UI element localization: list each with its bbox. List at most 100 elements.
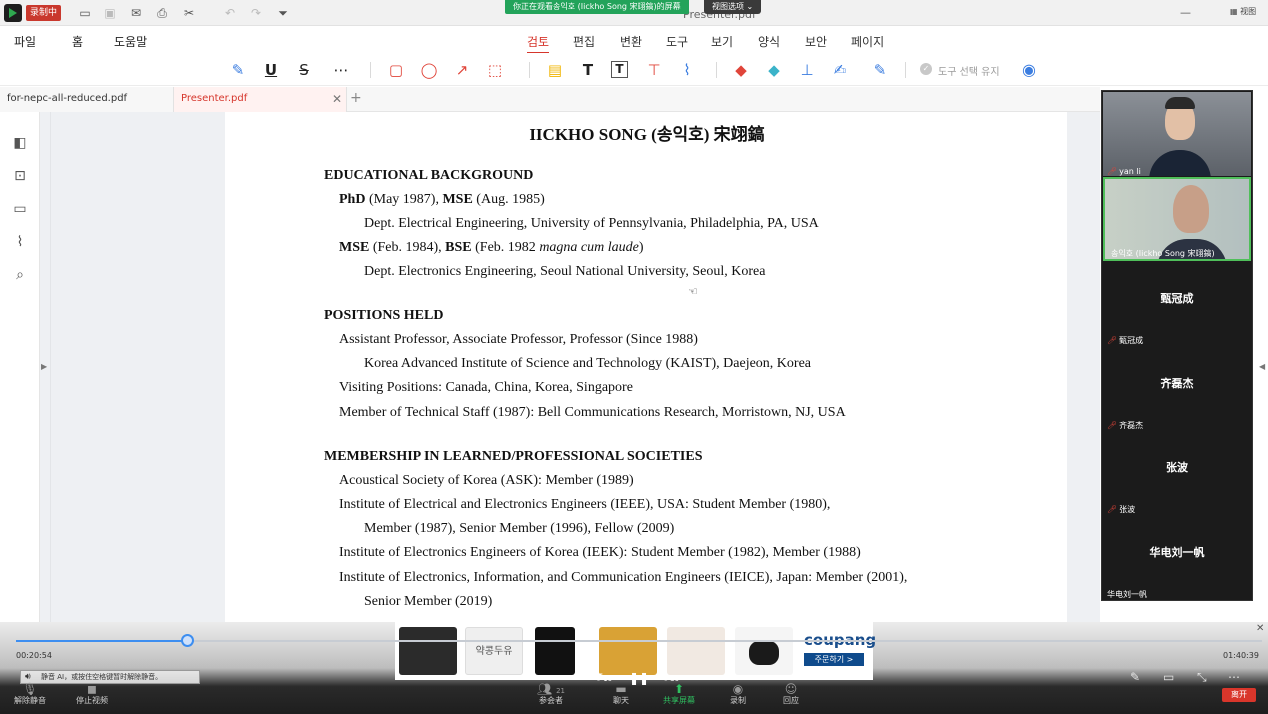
ad-product-image (399, 627, 457, 675)
tab-for-nepc[interactable]: for-nepc-all-reduced.pdf (0, 87, 174, 112)
cv-line: Dept. Electronics Engineering, Seoul Nat… (364, 264, 766, 279)
menu-tools[interactable]: 도구 (666, 33, 688, 50)
clear-icon[interactable]: ◆ (764, 60, 784, 80)
arrow-icon[interactable]: ↗ (452, 60, 472, 80)
eraser-icon[interactable]: ◆ (731, 60, 751, 80)
annotation-toolbar: ✎ U S ⋯ ▢ ◯ ↗ ⬚ ▤ T T ⊤ ⌇ ◆ ◆ ⊥ ✍ ✎ ✓ 도구… (0, 53, 1268, 86)
screen-layout-icon[interactable]: ▭ (1163, 670, 1174, 684)
participants-button[interactable]: 👥︎ 21 参会者 (526, 682, 576, 706)
view-options-button[interactable]: 视图选项 ⌄ (704, 0, 762, 14)
progress-track[interactable] (16, 640, 1262, 642)
folder-icon[interactable]: ▭ (77, 5, 93, 21)
progress-handle[interactable] (181, 634, 194, 647)
attachment-icon[interactable]: ⌇ (11, 233, 29, 251)
tab-label: Presenter.pdf (181, 93, 248, 104)
attach-icon[interactable]: ⌇ (677, 60, 697, 80)
note-icon[interactable]: ▤ (545, 60, 565, 80)
scissors-icon[interactable]: ✂ (181, 5, 197, 21)
stamp-icon[interactable]: ⊥ (797, 60, 817, 80)
collapse-left-icon[interactable]: ▶ (41, 362, 47, 371)
callout-icon[interactable]: ⊤ (644, 60, 664, 80)
more-icon[interactable]: ⋯ (328, 60, 354, 80)
share-screen-button[interactable]: ⬆ 共享屏幕 (654, 682, 704, 706)
participant-name-large: 甄冠成 (1160, 292, 1194, 305)
progress-fill (16, 640, 188, 642)
ad-order-button[interactable]: 주문하기 > (804, 653, 864, 666)
participant-tile-speaking[interactable]: 송익호 (Iickho Song 宋翊鎬) (1103, 177, 1251, 261)
chat-button[interactable]: ▬ 聊天 (596, 682, 646, 706)
menu-home[interactable]: 홈 (72, 33, 83, 50)
pen-icon[interactable]: ✎ (870, 60, 890, 80)
print-icon[interactable]: ⎙ (154, 5, 170, 21)
more-options-icon[interactable]: ⋯ (1228, 670, 1240, 684)
strikethrough-icon[interactable]: S (294, 60, 314, 80)
textbox-icon[interactable]: T (611, 61, 628, 78)
menu-review[interactable]: 검토 (527, 33, 550, 54)
add-tab-icon[interactable]: + (350, 90, 362, 106)
keep-tool-check-icon[interactable]: ✓ (920, 63, 932, 75)
menu-help[interactable]: 도움말 (114, 33, 147, 50)
minimize-button[interactable]: — (1180, 5, 1191, 21)
unmute-button[interactable]: 🎙︎ 解除静音 (5, 682, 55, 706)
participant-tile[interactable]: 🎤︎ yan li (1103, 92, 1251, 176)
text-icon[interactable]: T (578, 60, 598, 80)
menu-file[interactable]: 파일 (14, 33, 36, 50)
participant-name: 甄冠成 (1119, 336, 1144, 345)
reactions-button[interactable]: ☺ 回应 (766, 682, 816, 706)
mail-icon[interactable]: ✉ (128, 5, 144, 21)
close-overlay-icon[interactable]: ✕ (1256, 623, 1264, 634)
stop-video-button[interactable]: ◼ 停止视频 (67, 682, 117, 706)
record-button[interactable]: ◉ 录制 (713, 682, 763, 706)
cv-line: Institute of Electronics, Information, a… (339, 570, 908, 585)
layout-view-button[interactable]: ▦ 视图 (1230, 6, 1256, 17)
tab-presenter[interactable]: Presenter.pdf ✕ (174, 87, 347, 112)
fullscreen-exit-icon[interactable]: ⤡ (1197, 670, 1207, 685)
bookmark-icon[interactable]: ⊡ (11, 167, 29, 185)
total-time: 01:40:39 (1223, 651, 1259, 660)
underline-icon[interactable]: U (261, 60, 281, 80)
close-icon[interactable]: ✕ (332, 87, 342, 111)
circle-icon[interactable]: ◯ (419, 60, 439, 80)
highlight-icon[interactable]: ✎ (228, 60, 248, 80)
comment-icon[interactable]: ▭ (11, 200, 29, 218)
redo-icon[interactable]: ↷ (248, 5, 264, 21)
menu-convert[interactable]: 변환 (620, 33, 642, 50)
cv-line: Senior Member (2019) (364, 594, 493, 609)
mic-icon: 🎙︎ (22, 682, 38, 696)
menu-view[interactable]: 보기 (711, 33, 733, 50)
participant-tile[interactable]: 甄冠成 🎤︎ 甄冠成 (1103, 262, 1251, 346)
quick-access-dropdown-icon[interactable]: ⏷ (275, 5, 291, 21)
leave-button[interactable]: 离开 (1222, 688, 1256, 702)
rectangle-icon[interactable]: ▢ (386, 60, 406, 80)
current-time: 00:20:54 (16, 651, 52, 660)
cv-line: Member (1987), Senior Member (1996), Fel… (364, 521, 675, 536)
cv-title: IICKHO SONG (송익호) 宋翊鎬 (529, 125, 765, 144)
signature-icon[interactable]: ✍ (830, 60, 850, 80)
eye-icon[interactable]: ◉ (1019, 60, 1039, 80)
participant-tile[interactable]: 齐磊杰 🎤︎ 齐磊杰 (1103, 347, 1251, 431)
menu-edit[interactable]: 편집 (573, 33, 595, 50)
people-icon: 👥︎ 21 (537, 682, 565, 696)
save-icon[interactable]: ▣ (102, 5, 118, 21)
search-icon[interactable]: ⌕ (11, 266, 29, 284)
menu-bar: 파일 홈 도움말 검토 편집 변환 도구 보기 양식 보안 페이지 (0, 26, 1268, 54)
cv-line: Assistant Professor, Associate Professor… (339, 332, 698, 347)
menu-forms[interactable]: 양식 (758, 33, 780, 50)
cv-line: MSE (Feb. 1984), BSE (Feb. 1982 magna cu… (339, 240, 644, 255)
undo-icon[interactable]: ↶ (222, 5, 238, 21)
menu-pages[interactable]: 페이지 (851, 33, 884, 50)
thumbnail-panel-icon[interactable]: ◧ (11, 134, 29, 152)
collapse-right-icon[interactable]: ◀ (1259, 362, 1265, 371)
participant-name: 华电刘一帆 (1107, 590, 1147, 599)
muted-mic-icon: 🎤︎ (1107, 505, 1118, 514)
video-gallery: 🎤︎ yan li 송익호 (Iickho Song 宋翊鎬) 甄冠成 🎤︎ 甄冠成… (1101, 90, 1253, 601)
participant-tile[interactable]: 张波 🎤︎ 张波 (1103, 431, 1251, 515)
keep-tool-selected-label[interactable]: 도구 선택 유지 (938, 63, 1000, 78)
annotate-pen-icon[interactable]: ✎ (1130, 670, 1140, 684)
stamp-shape-icon[interactable]: ⬚ (485, 60, 505, 80)
cv-line: Korea Advanced Institute of Science and … (364, 356, 811, 371)
menu-security[interactable]: 보안 (805, 33, 827, 50)
participant-tile[interactable]: 华电刘一帆 华电刘一帆 (1103, 516, 1251, 600)
ad-product-image (535, 627, 575, 675)
hand-cursor-icon: ☜ (688, 286, 698, 298)
